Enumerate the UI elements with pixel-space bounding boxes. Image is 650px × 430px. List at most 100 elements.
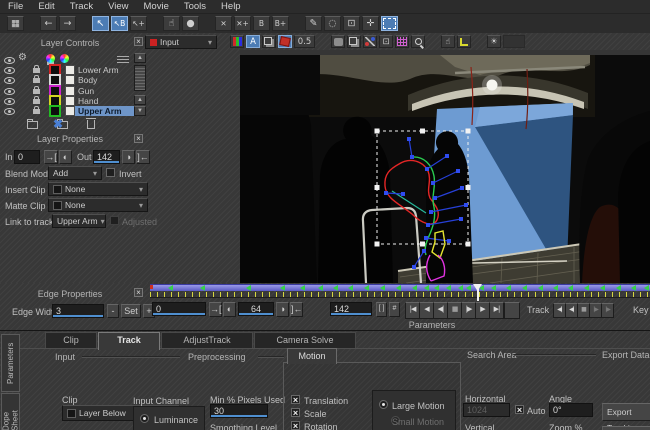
gear-column-icon[interactable]: ⚙ [18,53,27,63]
keyframe-marker[interactable] [631,285,636,291]
ellipse-tool-icon[interactable]: ● [182,16,199,31]
rgb-channels-icon[interactable] [230,35,244,48]
keyframe-marker[interactable] [600,285,605,291]
eye-icon[interactable] [4,66,15,74]
in-frame-field[interactable]: 0 [14,150,40,164]
show-mattes-icon[interactable] [331,35,345,48]
zoom-view-icon[interactable] [411,35,425,48]
translation-checkbox[interactable] [291,395,300,404]
blend-mode-dropdown[interactable]: Add [48,166,102,180]
keyframe-marker[interactable] [200,285,205,291]
angle-field[interactable]: 0° [549,403,593,417]
keyframe-marker[interactable] [466,285,471,291]
layer-fill-swatch[interactable] [65,75,75,85]
eye-icon[interactable] [4,87,15,95]
transform-box-icon[interactable]: ⊡ [343,16,360,31]
layer-scrollbar-thumb[interactable] [134,65,146,91]
invert-checkbox[interactable] [106,168,115,177]
eye-icon[interactable] [4,97,15,105]
new-layer-icon[interactable] [27,119,39,129]
keyframe-strip[interactable] [150,284,650,301]
tab-clip[interactable]: Clip [45,332,97,348]
keyframe-marker[interactable] [644,285,649,291]
fit-timeline-icon[interactable]: # [389,302,400,317]
menu-edit[interactable]: Edit [38,1,54,12]
layer-properties-close-icon[interactable] [134,134,143,143]
timeline-out-field[interactable]: 142 [330,302,372,316]
show-lattice-icon[interactable] [395,35,409,48]
pointer-tool-icon[interactable]: ↖ [92,16,109,31]
layer-fill-swatch[interactable] [65,96,75,106]
layer-list-menu-icon[interactable] [117,54,129,63]
play-button[interactable]: ▶ [475,302,490,319]
matte-fill-icon[interactable] [278,35,292,48]
keyframe-marker[interactable] [434,285,439,291]
frame-ticks-ruler[interactable] [150,292,650,298]
play-backward-button[interactable]: ◀ [419,302,434,319]
tab-camera-solve[interactable]: Camera Solve [254,332,356,348]
mark-in-icon[interactable]: ◐ [59,150,72,164]
keyframe-marker[interactable] [300,285,305,291]
zoom-timeline-icon[interactable]: [ ] [376,302,387,317]
tab-adjusttrack[interactable]: AdjustTrack [161,332,253,348]
scale-checkbox[interactable] [291,408,300,417]
keyframe-marker[interactable] [280,285,285,291]
timeline-in-field[interactable]: 0 [152,302,206,316]
lock-icon[interactable] [33,74,40,83]
matte-clip-dropdown[interactable]: None [48,198,148,212]
swap-view-icon[interactable] [262,35,276,48]
timeline-current-field[interactable]: 64 [238,302,274,316]
layer-row[interactable]: Gun [0,85,134,97]
alpha-channel-icon[interactable]: A [246,35,260,48]
delete-layer-icon[interactable] [86,118,97,129]
next-arrow-icon[interactable]: → [59,16,76,31]
edge-width-field[interactable]: 3 [52,304,104,318]
keyframe-marker[interactable] [424,285,429,291]
keyframe-marker[interactable] [364,285,369,291]
horizontal-field[interactable]: 1024 [463,403,510,417]
move-tool-icon[interactable]: ✛ [362,16,379,31]
side-tab-dope-sheet[interactable]: Dope Sheet [1,393,20,430]
pointer-add-tool-icon[interactable]: ↖+ [130,16,147,31]
keyframe-marker[interactable] [616,285,621,291]
project-icon[interactable]: ▦ [7,16,24,31]
keyframe-marker[interactable] [584,285,589,291]
keyframe-marker[interactable] [553,285,558,291]
export-shape-button[interactable] [602,426,650,430]
out-frame-field[interactable]: 142 [93,150,120,164]
keyframe-marker[interactable] [168,285,173,291]
eye-icon[interactable] [4,76,15,84]
expand-icon[interactable]: ✖ [53,118,63,130]
keyframe-marker[interactable] [348,285,353,291]
step-back-button[interactable]: ◀| [433,302,448,319]
step-forward-button[interactable]: |▶ [461,302,476,319]
layer-fill-swatch[interactable] [65,106,75,116]
menu-view[interactable]: View [108,1,128,12]
scroll-up-icon[interactable]: ▲ [134,95,146,105]
keyframe-marker[interactable] [380,285,385,291]
goto-in-icon[interactable]: →[ [44,150,58,164]
layer-row[interactable]: Lower Arm [0,64,134,76]
prev-arrow-icon[interactable]: ← [40,16,57,31]
keyframe-marker[interactable] [446,285,451,291]
keyframe-marker[interactable] [568,285,573,291]
visibility-column-icon[interactable] [4,57,15,64]
menu-file[interactable]: File [8,1,23,12]
viewport-canvas[interactable] [240,55,650,283]
keyframe-marker[interactable] [333,285,338,291]
motion-tab[interactable]: Motion [287,348,337,364]
track-forward-all-button[interactable]: |▶ [601,303,614,318]
keyframe-marker[interactable] [412,285,417,291]
layer-select-icon[interactable] [347,35,361,48]
tab-track[interactable]: Track [98,332,160,350]
go-start-button[interactable]: |◀ [405,302,420,319]
xspline-tool-icon[interactable]: ✕ [215,16,232,31]
lock-icon[interactable] [33,85,40,94]
edge-width-minus-button[interactable]: - [107,304,119,318]
marquee-select-icon[interactable] [381,16,398,31]
menu-tools[interactable]: Tools [184,1,206,12]
auto-checkbox[interactable] [515,405,524,414]
layer-fill-swatch[interactable] [65,86,75,96]
large-motion-radio[interactable] [379,400,388,409]
clip-selector-dropdown[interactable]: Input [145,35,217,49]
